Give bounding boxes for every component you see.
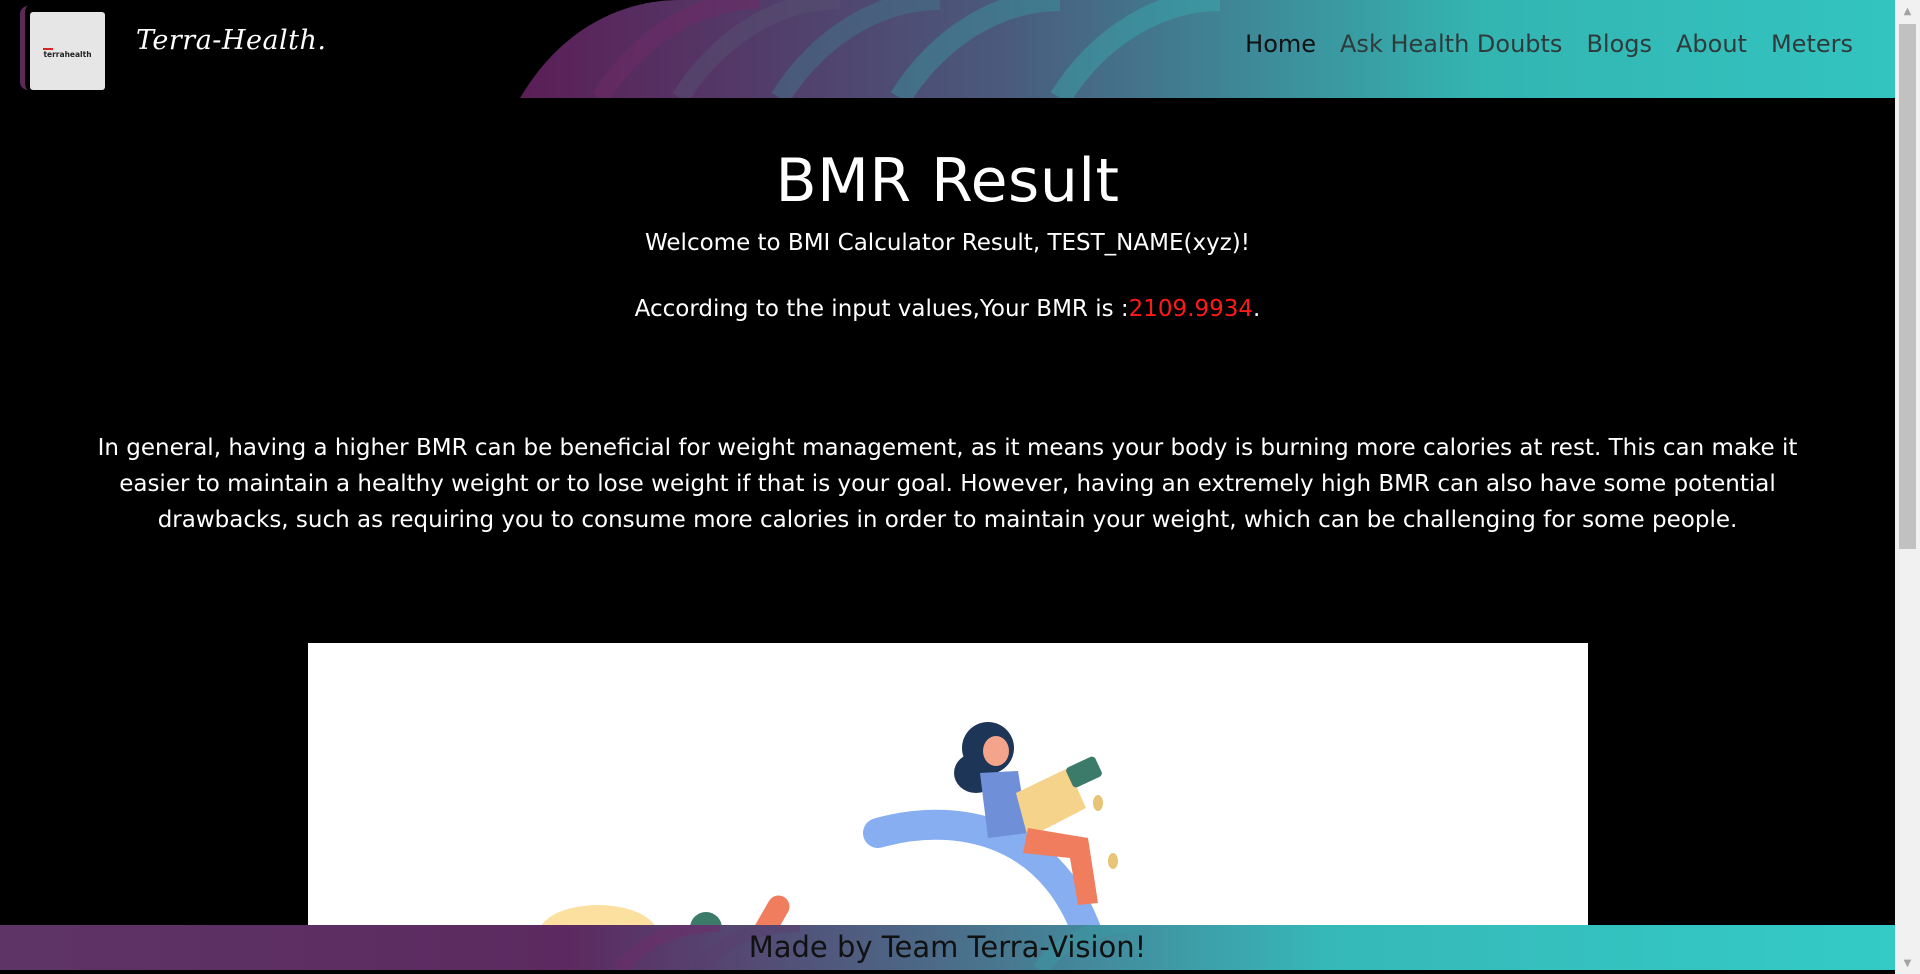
nav-ask-health-doubts[interactable]: Ask Health Doubts: [1328, 30, 1574, 58]
illustration-panel: [308, 643, 1588, 935]
nav-about[interactable]: About: [1664, 30, 1759, 58]
main-content: BMR Result Welcome to BMI Calculator Res…: [0, 98, 1895, 538]
bmr-description: In general, having a higher BMR can be b…: [97, 435, 1798, 533]
main-nav: Home Ask Health Doubts Blogs About Meter…: [1233, 30, 1865, 58]
woman-pouring-bottle-illustration: [538, 722, 1118, 935]
nav-home[interactable]: Home: [1233, 30, 1328, 58]
welcome-text: Welcome to BMI Calculator Result, TEST_N…: [645, 230, 1250, 256]
logo-text: terrahealth: [43, 49, 92, 59]
brand-name[interactable]: Terra-Health.: [136, 25, 327, 56]
result-suffix: .: [1253, 296, 1261, 322]
footer: Made by Team Terra-Vision!: [0, 925, 1895, 970]
nav-meters[interactable]: Meters: [1759, 30, 1865, 58]
footer-credit: Made by Team Terra-Vision!: [748, 930, 1147, 964]
header: terrahealth Terra-Health. Home Ask Healt…: [0, 0, 1895, 98]
bmr-result-line: According to the input values,Your BMR i…: [0, 296, 1895, 322]
logo[interactable]: terrahealth: [20, 6, 105, 90]
scrollbar-thumb[interactable]: [1899, 24, 1916, 549]
result-prefix: According to the input values,Your BMR i…: [634, 296, 1129, 322]
nav-blogs[interactable]: Blogs: [1574, 30, 1664, 58]
scroll-up-arrow-icon[interactable]: ▲: [1895, 0, 1920, 22]
logo-badge: terrahealth: [30, 12, 105, 90]
vertical-scrollbar[interactable]: ▲ ▼: [1895, 0, 1920, 974]
scroll-down-arrow-icon[interactable]: ▼: [1895, 952, 1920, 974]
page-title: BMR Result: [775, 146, 1120, 216]
bmr-value: 2109.9934: [1128, 296, 1254, 322]
